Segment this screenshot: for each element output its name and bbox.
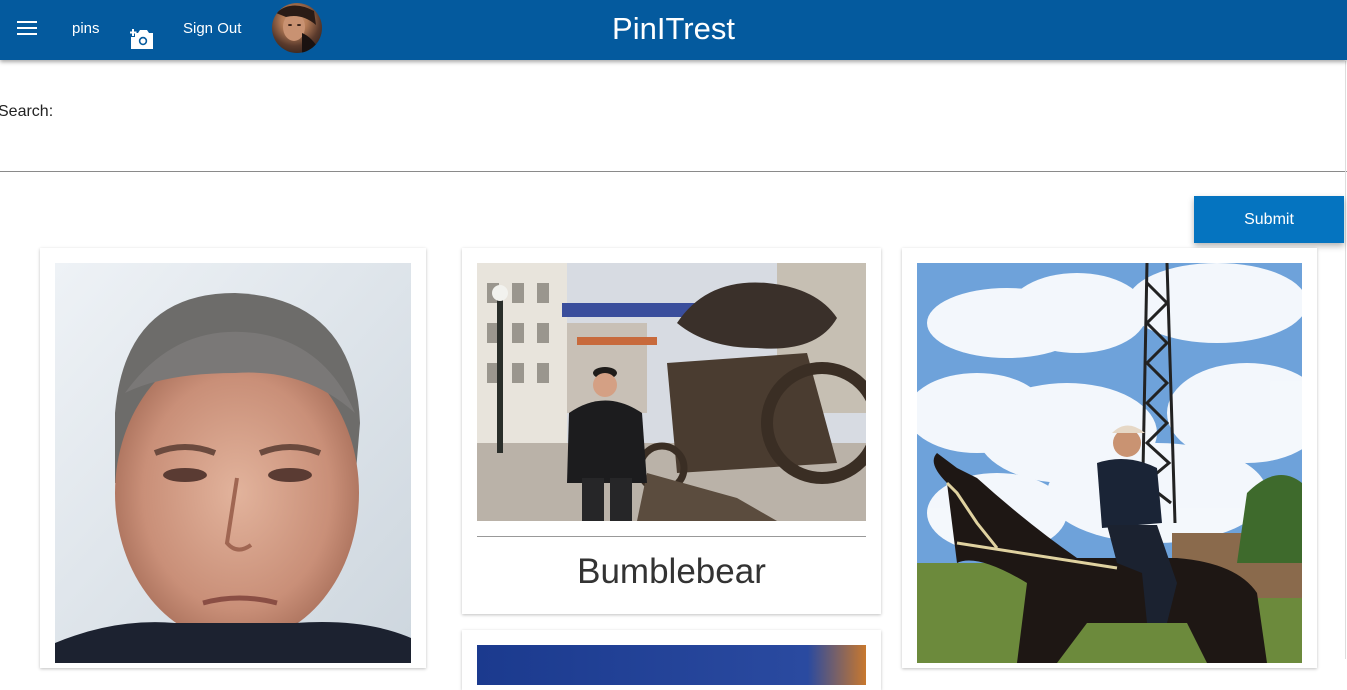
pin-photo[interactable] bbox=[477, 263, 866, 521]
brand-title: PinITrest bbox=[612, 11, 735, 46]
pin-card[interactable]: Bumblebear bbox=[462, 248, 881, 614]
search-form: Search: bbox=[0, 61, 1347, 172]
right-divider bbox=[1345, 61, 1346, 659]
card-divider bbox=[477, 536, 866, 537]
pin-title: Bumblebear bbox=[577, 552, 766, 591]
search-input[interactable] bbox=[60, 91, 1334, 133]
pin-photo[interactable] bbox=[477, 645, 866, 685]
top-navbar: pins Sign Out PinITrest bbox=[0, 0, 1347, 60]
submit-button[interactable]: Submit bbox=[1194, 196, 1344, 243]
pin-photo[interactable] bbox=[917, 263, 1302, 663]
pin-card[interactable] bbox=[902, 248, 1317, 668]
pin-card[interactable] bbox=[462, 630, 881, 690]
pin-photo[interactable] bbox=[55, 263, 411, 663]
pin-card[interactable] bbox=[40, 248, 426, 668]
search-label: Search: bbox=[0, 103, 54, 120]
